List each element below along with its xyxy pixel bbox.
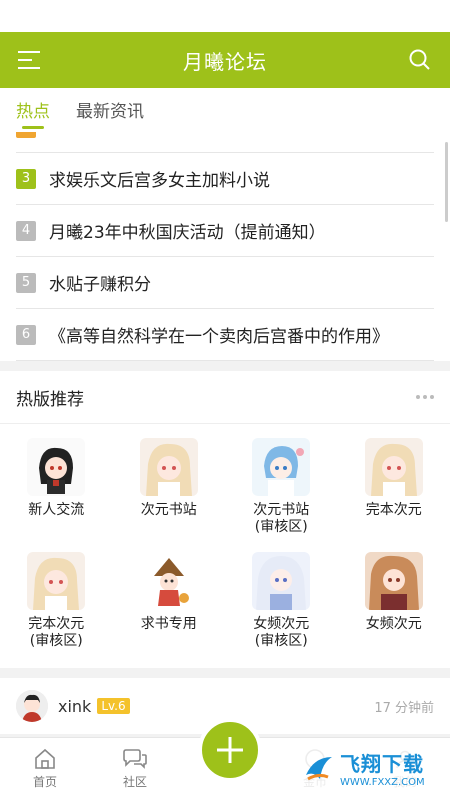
avatar[interactable]: [16, 690, 48, 722]
menu-icon[interactable]: [16, 46, 44, 74]
board-label: 女频次元: [365, 616, 422, 632]
board-item[interactable]: 次元书站 (审核区): [225, 438, 338, 548]
plus-icon: [217, 737, 243, 763]
create-post-button[interactable]: [198, 718, 262, 782]
section-title: 热版推荐: [16, 389, 84, 410]
hot-title: 《高等自然科学在一个卖肉后宫番中的作用》: [49, 327, 389, 347]
rank-badge: 4: [16, 220, 36, 241]
hot-title: 求娱乐文后宫多女主加料小说: [49, 171, 270, 191]
watermark: 飞翔下载 WWW.FXXZ.COM: [298, 744, 442, 792]
board-label: 完本次元 (审核区): [28, 616, 85, 649]
rank-badge: 5: [16, 272, 36, 293]
search-icon[interactable]: [406, 46, 434, 74]
board-thumbnail: [364, 552, 423, 610]
tab-bar: 热点 最新资讯: [0, 88, 450, 132]
watermark-logo: [306, 757, 332, 781]
bottom-nav: 首页 社区 金币 我的 飞翔下载 WWW.FXXZ.COM: [0, 718, 450, 800]
watermark-url: WWW.FXXZ.COM: [340, 777, 425, 788]
hot-row-clipped: [16, 132, 434, 153]
board-item[interactable]: 完本次元: [338, 438, 450, 548]
board-label: 完本次元: [365, 502, 422, 518]
board-label: 求书专用: [140, 616, 197, 632]
username[interactable]: xink: [58, 697, 91, 716]
board-thumbnail: [139, 552, 198, 610]
board-grid: 新人交流 次元书站 次元书站 (审核区) 完本次元 完本次元 (审核区) 求书专…: [0, 424, 450, 668]
status-bar: [0, 0, 450, 32]
rank-badge: 6: [16, 324, 36, 345]
tab-latest-news[interactable]: 最新资讯: [76, 97, 144, 132]
more-icon[interactable]: [416, 395, 434, 399]
tab-hot[interactable]: 热点: [16, 97, 50, 132]
board-item[interactable]: 女频次元: [338, 552, 450, 662]
board-item[interactable]: 次元书站: [113, 438, 226, 548]
nav-home[interactable]: 首页: [0, 738, 90, 800]
hot-row[interactable]: 3 求娱乐文后宫多女主加料小说: [16, 153, 434, 205]
hot-topics-list: 3 求娱乐文后宫多女主加料小说 4 月曦23年中秋国庆活动（提前通知） 5 水贴…: [0, 132, 450, 361]
board-thumbnail: [252, 552, 311, 610]
board-thumbnail: [27, 552, 86, 610]
rank-badge: [16, 132, 36, 138]
level-badge: Lv.6: [97, 698, 130, 714]
nav-label: 社区: [122, 775, 147, 789]
scrollbar[interactable]: [445, 142, 448, 222]
board-label: 次元书站 (审核区): [253, 502, 310, 535]
hot-row[interactable]: 5 水贴子赚积分: [16, 257, 434, 309]
hot-row[interactable]: 4 月曦23年中秋国庆活动（提前通知）: [16, 205, 434, 257]
board-label: 女频次元 (审核区): [253, 616, 310, 649]
top-app-bar: 月曦论坛: [0, 32, 450, 88]
hot-boards-section: 热版推荐 新人交流 次元书站 次元书站 (审核区) 完本次元 完本次元 (审核区…: [0, 371, 450, 668]
nav-label: 首页: [32, 775, 57, 789]
board-item[interactable]: 完本次元 (审核区): [0, 552, 113, 662]
board-item[interactable]: 求书专用: [113, 552, 226, 662]
board-item[interactable]: 新人交流: [0, 438, 113, 548]
home-icon: [35, 748, 55, 769]
board-thumbnail: [364, 438, 423, 496]
post-time: 17 分钟前: [374, 700, 434, 716]
board-label: 次元书站: [140, 502, 197, 518]
section-header: 热版推荐: [0, 371, 450, 424]
chat-icon: [123, 749, 147, 769]
app-title: 月曦论坛: [183, 49, 267, 74]
hot-row[interactable]: 6 《高等自然科学在一个卖肉后宫番中的作用》: [16, 309, 434, 361]
nav-community[interactable]: 社区: [90, 738, 180, 800]
board-thumbnail: [27, 438, 86, 496]
hot-title: 水贴子赚积分: [49, 275, 151, 295]
watermark-brand: 飞翔下载: [340, 752, 424, 776]
board-item[interactable]: 女频次元 (审核区): [225, 552, 338, 662]
board-label: 新人交流: [28, 502, 85, 518]
hot-title: 月曦23年中秋国庆活动（提前通知）: [49, 223, 326, 243]
board-thumbnail: [139, 438, 198, 496]
rank-badge: 3: [16, 168, 36, 189]
board-thumbnail: [252, 438, 311, 496]
